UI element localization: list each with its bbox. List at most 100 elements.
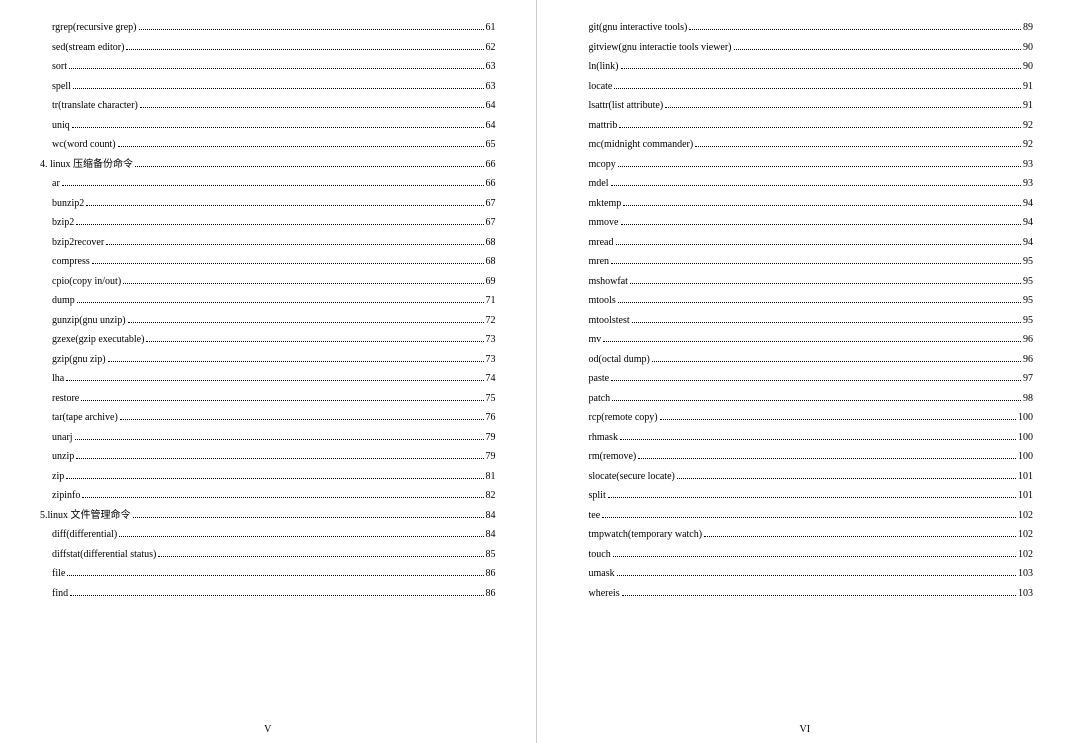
toc-dots (622, 595, 1016, 596)
toc-list-right: git(gnu interactive tools)89gitview(gnu … (577, 20, 1034, 601)
toc-entry: lha74 (52, 371, 496, 386)
page-number-right: VI (537, 724, 1073, 735)
toc-entry-page: 86 (486, 586, 496, 601)
toc-entry: mcopy93 (589, 157, 1034, 172)
toc-entry-page: 92 (1023, 118, 1033, 133)
toc-dots (81, 400, 483, 401)
toc-entry: gzip(gnu zip)73 (52, 352, 496, 367)
toc-entry-page: 101 (1018, 488, 1033, 503)
toc-dots (135, 166, 483, 167)
toc-entry: umask103 (589, 566, 1034, 581)
toc-dots (618, 302, 1021, 303)
toc-entry-page: 90 (1023, 59, 1033, 74)
toc-entry: ln(link)90 (589, 59, 1034, 74)
toc-entry: mread94 (589, 235, 1034, 250)
toc-entry: tar(tape archive)76 (52, 410, 496, 425)
toc-entry: split 101 (589, 488, 1034, 503)
toc-dots (139, 29, 484, 30)
toc-dots (608, 497, 1016, 498)
toc-entry-page: 103 (1018, 586, 1033, 601)
toc-entry-page: 97 (1023, 371, 1033, 386)
toc-dots (120, 419, 484, 420)
toc-entry-page: 67 (486, 196, 496, 211)
toc-entry-label: cpio(copy in/out) (52, 274, 121, 289)
toc-dots (128, 322, 484, 323)
toc-entry-label: tmpwatch(temporary watch) (589, 527, 703, 542)
toc-entry-page: 69 (486, 274, 496, 289)
toc-dots (76, 458, 483, 459)
toc-dots (611, 263, 1021, 264)
toc-dots (75, 439, 484, 440)
toc-entry-page: 68 (486, 235, 496, 250)
toc-entry-label: mktemp (589, 196, 622, 211)
page-spread: rgrep(recursive grep)61sed(stream editor… (0, 0, 1073, 743)
toc-dots (66, 380, 483, 381)
toc-entry: bunzip267 (52, 196, 496, 211)
toc-entry: diffstat(differential status)85 (52, 547, 496, 562)
toc-entry-page: 61 (486, 20, 496, 35)
toc-entry-label: git(gnu interactive tools) (589, 20, 688, 35)
toc-entry-label: split (589, 488, 606, 503)
toc-entry-label: mc(midnight commander) (589, 137, 694, 152)
toc-entry-label: tr(translate character) (52, 98, 138, 113)
toc-dots (66, 478, 483, 479)
toc-entry: mktemp94 (589, 196, 1034, 211)
toc-entry-page: 86 (486, 566, 496, 581)
toc-entry-label: whereis (589, 586, 620, 601)
toc-entry: unzip79 (52, 449, 496, 464)
toc-entry: 4. linux 压缩备份命令66 (40, 157, 496, 172)
toc-entry-label: dump (52, 293, 75, 308)
toc-entry: mc(midnight commander)92 (589, 137, 1034, 152)
toc-entry-page: 66 (486, 176, 496, 191)
toc-entry: restore75 (52, 391, 496, 406)
toc-entry: touch102 (589, 547, 1034, 562)
toc-entry-label: mdel (589, 176, 609, 191)
toc-entry: gunzip(gnu unzip)72 (52, 313, 496, 328)
toc-entry: bzip2 67 (52, 215, 496, 230)
toc-entry-label: bzip2recover (52, 235, 104, 250)
toc-entry-page: 95 (1023, 313, 1033, 328)
toc-entry-page: 79 (486, 449, 496, 464)
toc-entry-page: 84 (486, 508, 496, 523)
toc-entry-page: 76 (486, 410, 496, 425)
toc-entry-page: 95 (1023, 254, 1033, 269)
toc-entry-page: 68 (486, 254, 496, 269)
toc-entry-label: zipinfo (52, 488, 80, 503)
toc-entry: tr(translate character)64 (52, 98, 496, 113)
toc-dots (123, 283, 483, 284)
toc-dots (133, 517, 484, 518)
toc-entry: mattrib92 (589, 118, 1034, 133)
toc-dots (72, 127, 484, 128)
toc-entry-label: ar (52, 176, 60, 191)
toc-dots (620, 439, 1016, 440)
toc-dots (603, 341, 1021, 342)
toc-dots (617, 575, 1016, 576)
toc-entry: bzip2recover 68 (52, 235, 496, 250)
toc-entry: unarj79 (52, 430, 496, 445)
toc-entry: whereis 103 (589, 586, 1034, 601)
toc-entry-page: 95 (1023, 274, 1033, 289)
toc-entry-page: 89 (1023, 20, 1033, 35)
toc-dots (86, 205, 483, 206)
toc-dots (108, 361, 484, 362)
toc-dots (665, 107, 1021, 108)
toc-dots (118, 146, 484, 147)
toc-entry-label: umask (589, 566, 615, 581)
toc-entry-label: gzip(gnu zip) (52, 352, 106, 367)
toc-entry-label: compress (52, 254, 90, 269)
toc-entry-page: 67 (486, 215, 496, 230)
toc-entry-label: bzip2 (52, 215, 74, 230)
toc-entry: od(octal dump)96 (589, 352, 1034, 367)
toc-entry-label: diff(differential) (52, 527, 117, 542)
toc-entry-label: 4. linux 压缩备份命令 (40, 157, 133, 172)
toc-dots (630, 283, 1021, 284)
toc-entry: rgrep(recursive grep)61 (52, 20, 496, 35)
right-page: git(gnu interactive tools)89gitview(gnu … (537, 0, 1073, 743)
toc-entry: zip81 (52, 469, 496, 484)
toc-dots (73, 88, 484, 89)
toc-entry: zipinfo82 (52, 488, 496, 503)
toc-dots (611, 380, 1021, 381)
toc-entry: rm(remove)100 (589, 449, 1034, 464)
toc-dots (623, 205, 1021, 206)
toc-dots (602, 517, 1016, 518)
